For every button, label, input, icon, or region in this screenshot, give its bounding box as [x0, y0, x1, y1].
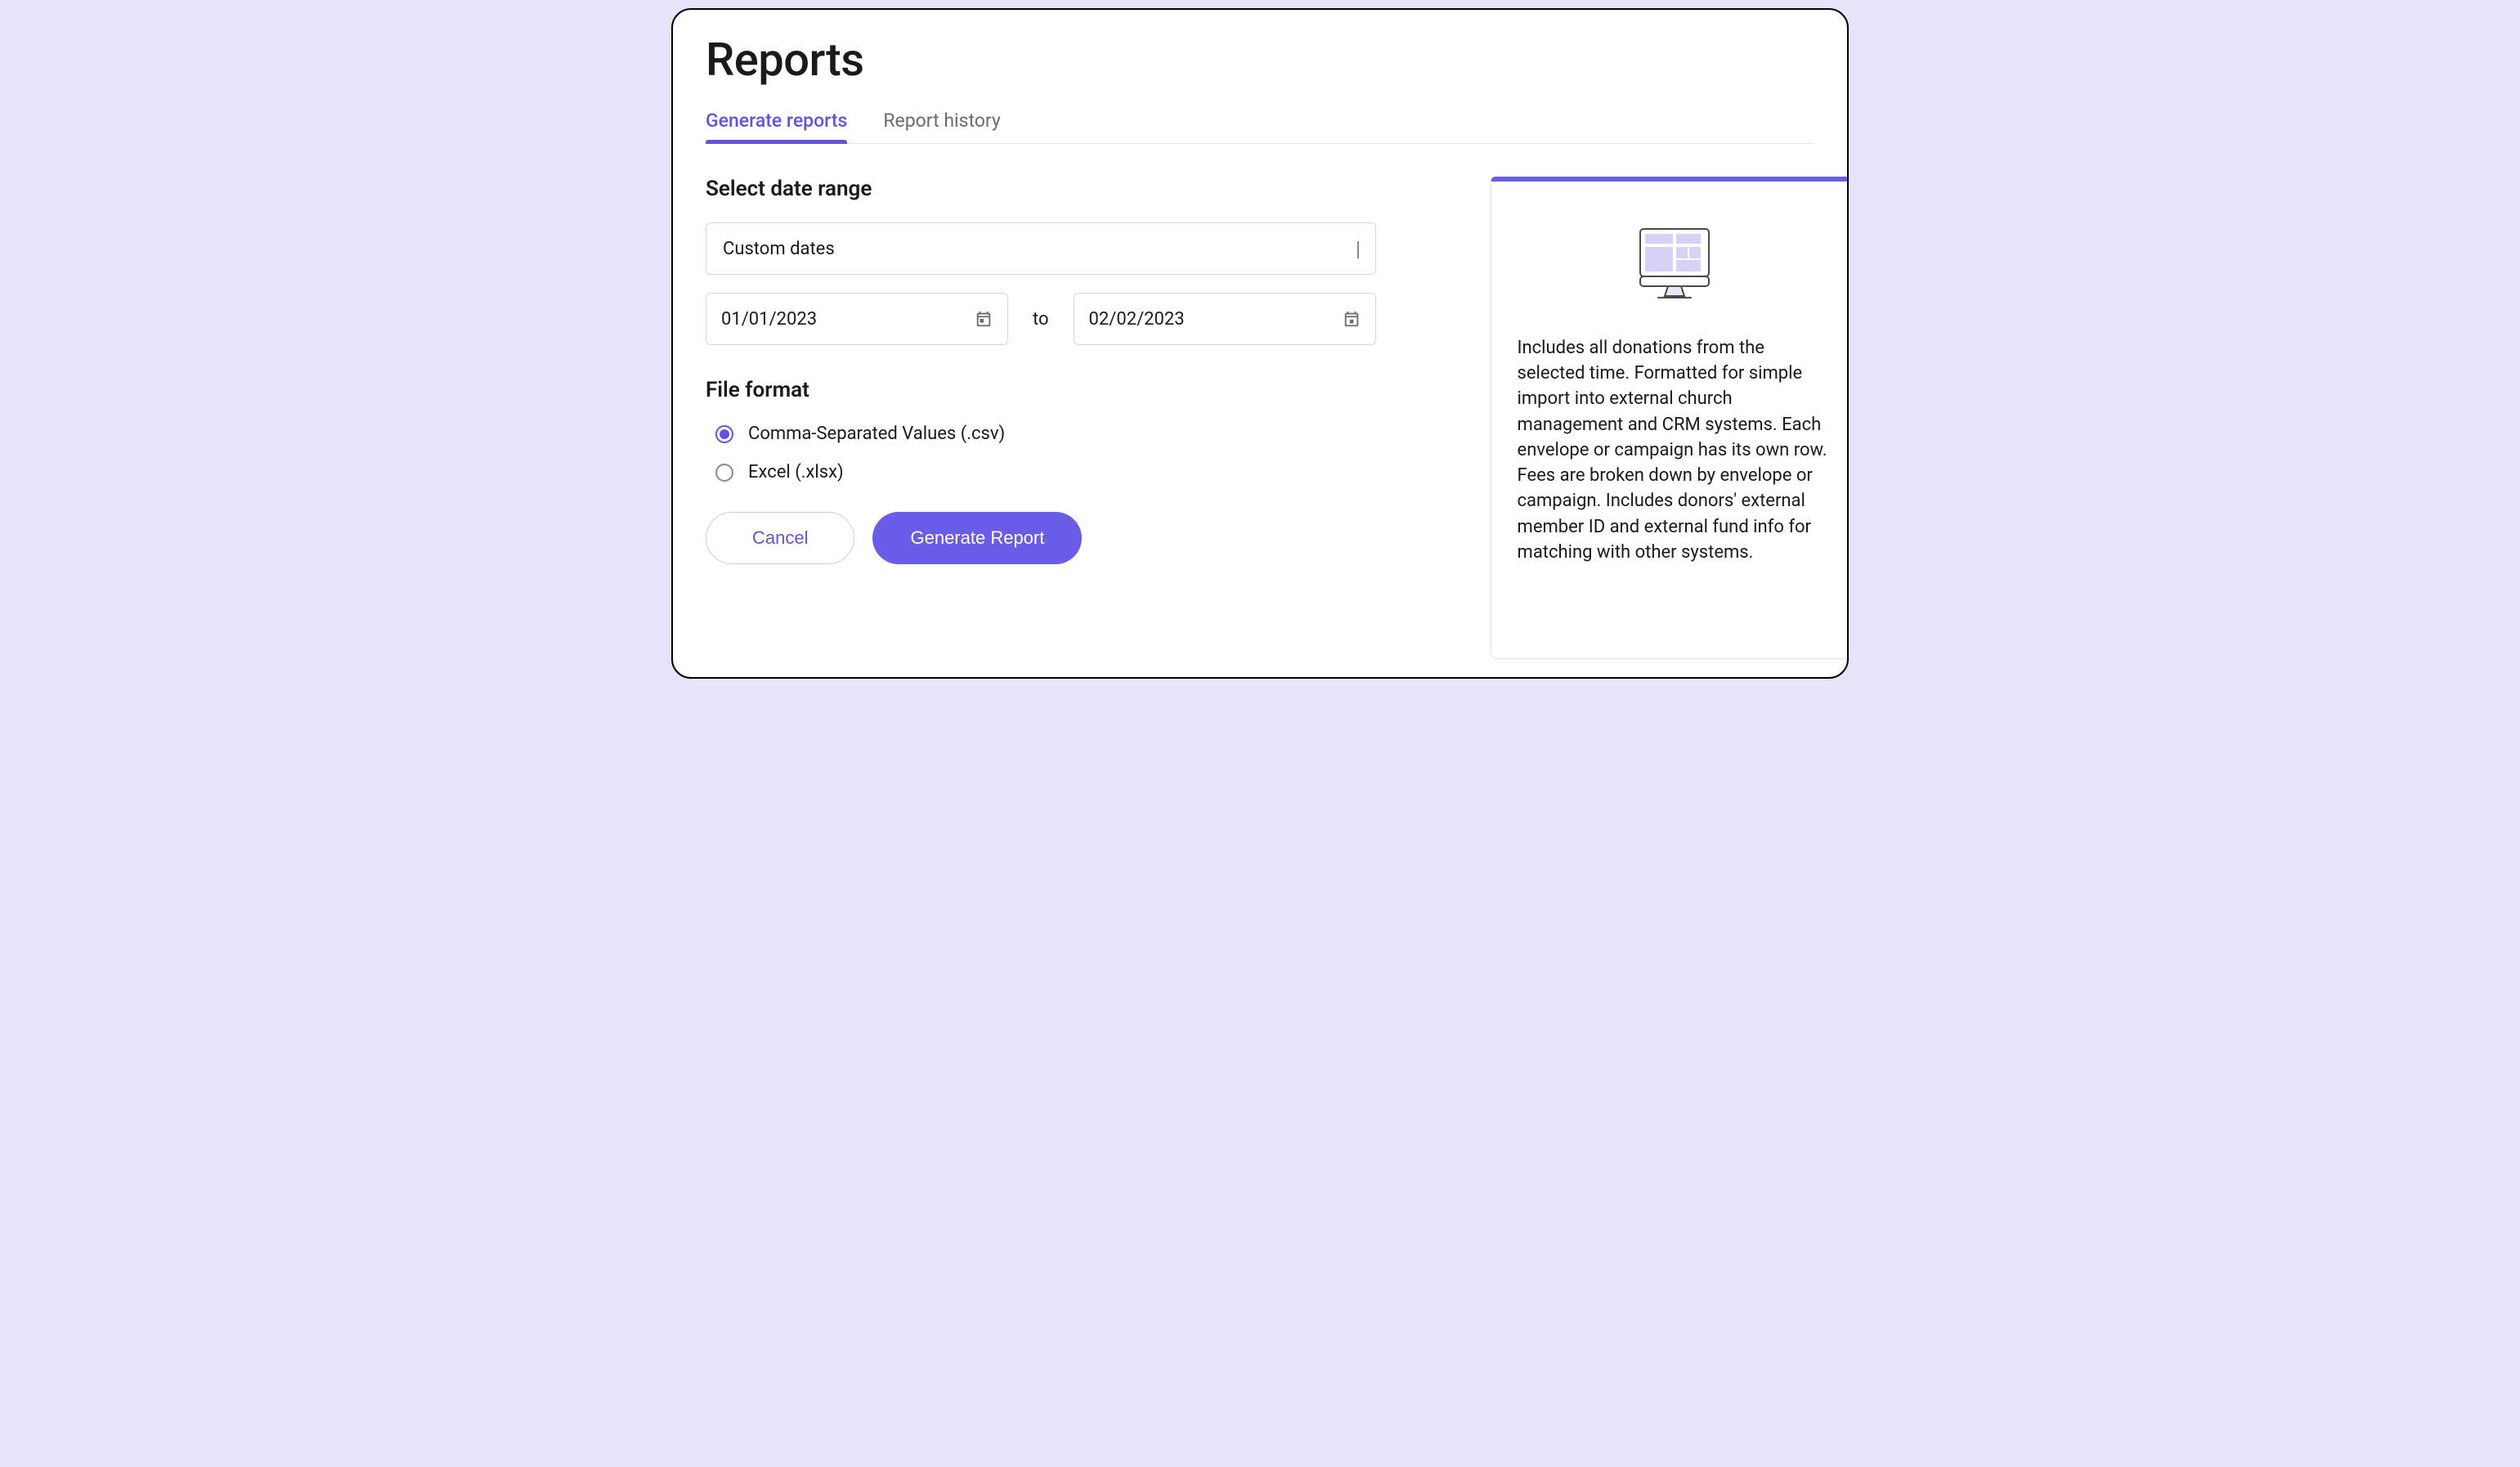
radio-unchecked-icon — [715, 464, 733, 482]
tab-report-history[interactable]: Report history — [883, 110, 1000, 143]
info-column: Includes all donations from the selected… — [1491, 177, 1849, 659]
date-range-select-value: Custom dates — [723, 239, 835, 259]
form-column: Select date range Custom dates 01/01/202… — [706, 177, 1376, 659]
reports-window: Reports Generate reports Report history … — [671, 8, 1849, 679]
tab-history-label: Report history — [883, 110, 1000, 132]
date-to-label: to — [1033, 309, 1049, 330]
radio-xlsx-label: Excel (.xlsx) — [748, 462, 844, 482]
calendar-icon — [975, 310, 993, 328]
file-format-radio-group: Comma-Separated Values (.csv) Excel (.xl… — [706, 424, 1376, 482]
info-card: Includes all donations from the selected… — [1491, 177, 1849, 659]
radio-xlsx[interactable]: Excel (.xlsx) — [706, 462, 1376, 482]
chevron-down-icon — [1357, 241, 1359, 257]
generate-report-button[interactable]: Generate Report — [872, 512, 1082, 564]
info-illustration — [1518, 221, 1832, 303]
cancel-button[interactable]: Cancel — [706, 512, 854, 564]
date-range-select[interactable]: Custom dates — [706, 222, 1376, 275]
tabs-bar: Generate reports Report history — [706, 110, 1814, 144]
calendar-icon — [1343, 310, 1361, 328]
date-from-input[interactable]: 01/01/2023 — [706, 293, 1008, 345]
info-description: Includes all donations from the selected… — [1518, 335, 1832, 565]
date-to-input[interactable]: 02/02/2023 — [1074, 293, 1376, 345]
content-area: Select date range Custom dates 01/01/202… — [706, 177, 1814, 659]
button-row: Cancel Generate Report — [706, 512, 1376, 564]
monitor-icon — [1634, 221, 1715, 303]
date-range-heading: Select date range — [706, 177, 1376, 201]
page-title: Reports — [706, 33, 1814, 87]
cancel-button-label: Cancel — [752, 527, 808, 549]
date-from-value: 01/01/2023 — [721, 309, 817, 330]
tab-generate-label: Generate reports — [706, 110, 847, 132]
radio-checked-icon — [715, 425, 733, 443]
generate-button-label: Generate Report — [910, 527, 1044, 549]
file-format-heading: File format — [706, 378, 1376, 402]
date-row: 01/01/2023 to 02/02/2023 — [706, 293, 1376, 345]
tab-generate-reports[interactable]: Generate reports — [706, 110, 847, 143]
radio-csv[interactable]: Comma-Separated Values (.csv) — [706, 424, 1376, 444]
date-to-value: 02/02/2023 — [1089, 309, 1185, 330]
radio-csv-label: Comma-Separated Values (.csv) — [748, 424, 1005, 444]
